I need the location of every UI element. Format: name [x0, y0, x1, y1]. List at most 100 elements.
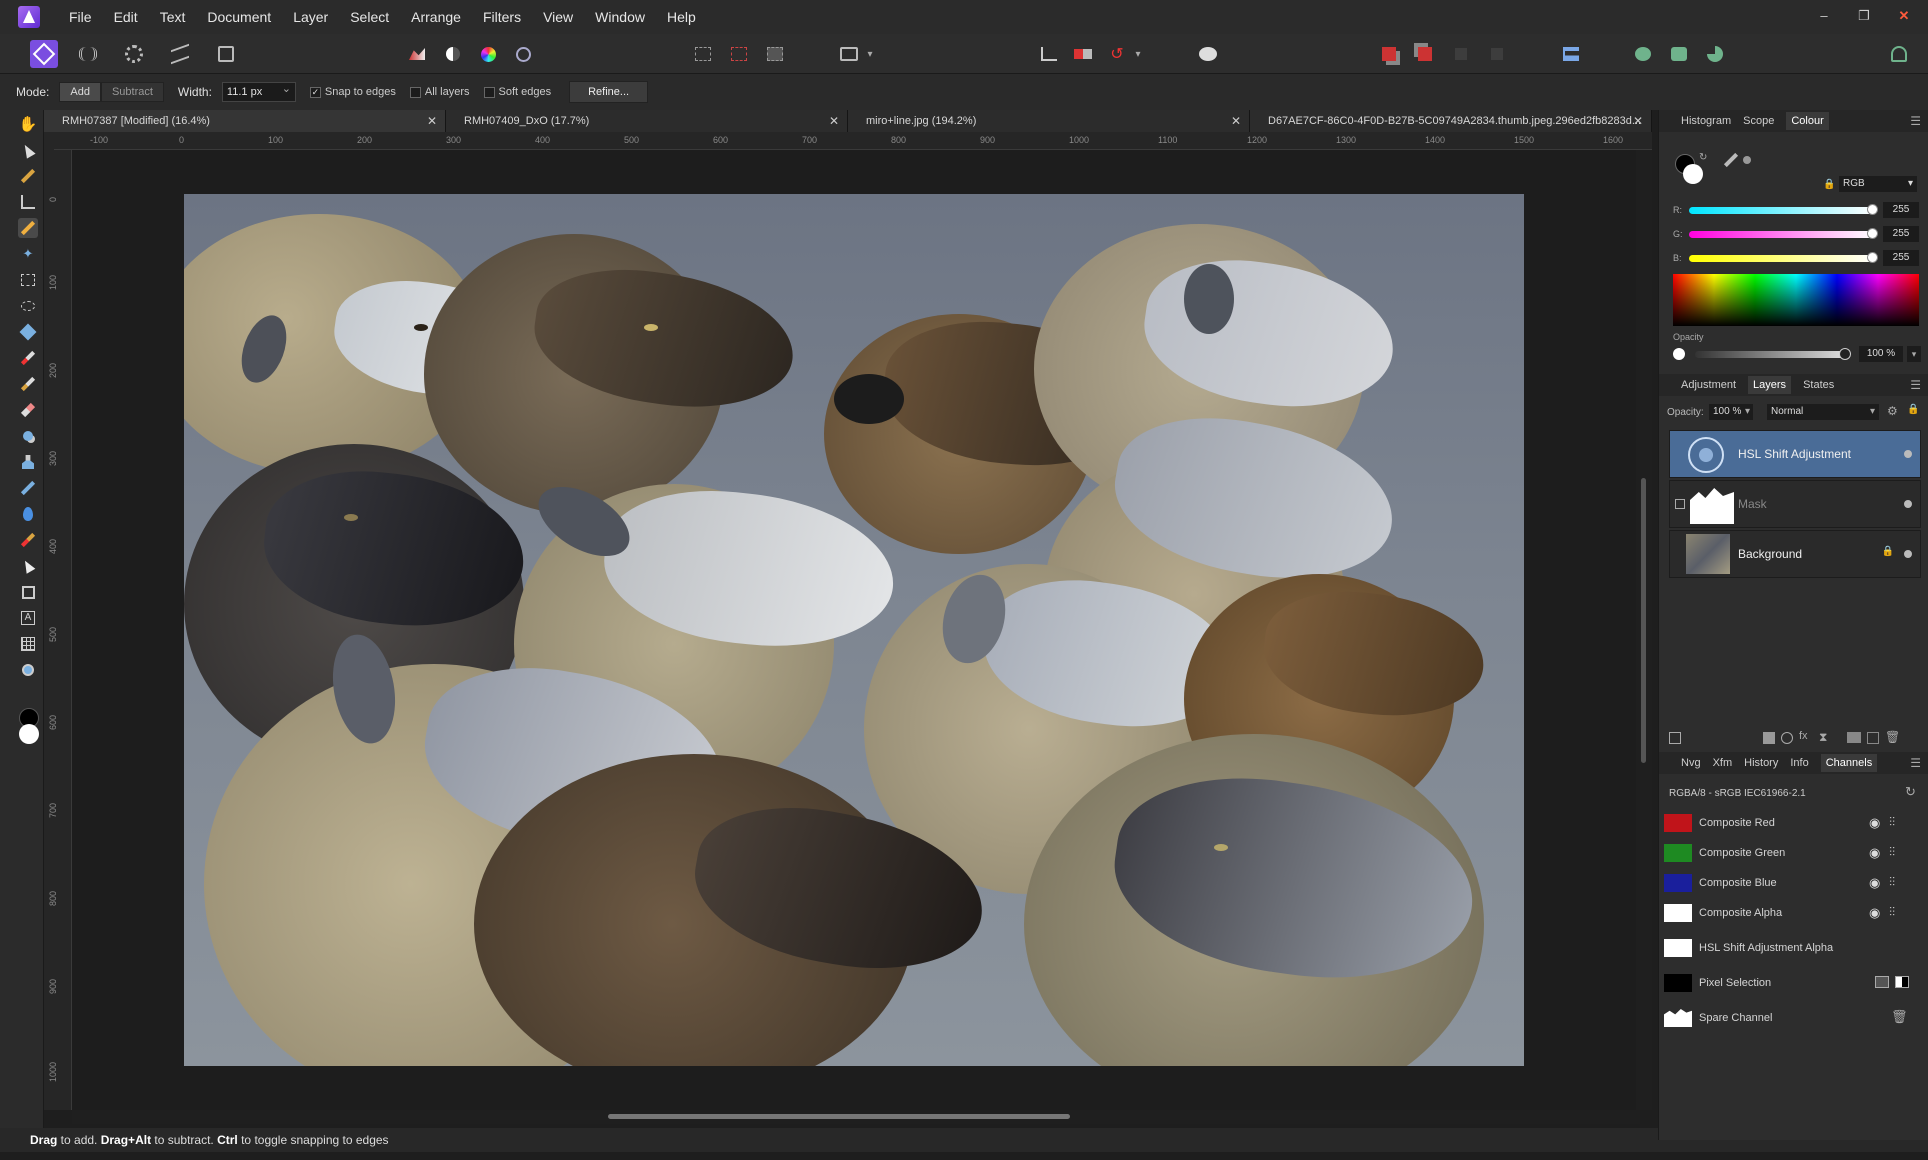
invert-selection-icon[interactable] — [1895, 976, 1909, 988]
text-tool-icon[interactable]: A — [18, 608, 38, 628]
green-value[interactable]: 255 — [1883, 226, 1919, 242]
auto-colour-icon[interactable] — [475, 42, 501, 66]
dodge-tool-icon[interactable] — [18, 426, 38, 446]
document-tab[interactable]: D67AE7CF-86C0-4F0D-B27B-5C09749A2834.thu… — [1250, 110, 1652, 132]
swap-colors-icon[interactable]: ↻ — [1699, 152, 1707, 163]
trash-icon[interactable]: 🗑 — [1885, 730, 1900, 744]
document-tab[interactable]: RMH07409_DxO (17.7%) ✕ — [446, 110, 848, 132]
menu-file[interactable]: File — [58, 9, 103, 25]
tab-colour[interactable]: Colour — [1786, 112, 1829, 130]
width-field[interactable]: 11.1 px — [221, 80, 296, 102]
vertical-scrollbar[interactable] — [1636, 150, 1652, 1110]
tab-history[interactable]: History — [1744, 757, 1778, 769]
mode-subtract-button[interactable]: Subtract — [100, 82, 164, 102]
deselect-icon[interactable] — [726, 42, 752, 66]
grid-tool-icon[interactable] — [18, 634, 38, 654]
arrange-back-icon[interactable] — [1412, 42, 1438, 66]
photo-persona-icon[interactable] — [30, 40, 58, 68]
channel-row[interactable]: Composite Red ◉ ⫶⫶ — [1659, 808, 1928, 838]
live-filter-icon[interactable]: ⧗ — [1819, 730, 1827, 745]
selection-to-mask-icon[interactable] — [1875, 976, 1889, 988]
all-layers-checkbox[interactable]: All layers — [409, 86, 470, 98]
opacity-track[interactable] — [1695, 351, 1845, 358]
eyedropper-icon[interactable] — [1723, 152, 1739, 168]
paint-brush-tool-icon[interactable] — [18, 348, 38, 368]
lock-icon[interactable]: 🔒 — [1882, 546, 1894, 557]
panel-menu-icon[interactable]: ☰ — [1910, 756, 1921, 770]
erase-brush-tool-icon[interactable] — [18, 400, 38, 420]
close-button[interactable]: ✕ — [1890, 6, 1918, 26]
hand-tool-icon[interactable]: ✋ — [18, 114, 38, 134]
layer-row-hsl-shift[interactable]: HSL Shift Adjustment — [1669, 430, 1921, 478]
blue-slider[interactable]: B: 255 — [1673, 250, 1923, 266]
develop-persona-icon[interactable] — [120, 40, 148, 68]
menu-document[interactable]: Document — [196, 9, 282, 25]
channel-row[interactable]: Composite Alpha ◉ ⫶⫶ — [1659, 898, 1928, 928]
selection-brush-tool-icon[interactable] — [18, 218, 38, 238]
affinity-logo-icon[interactable] — [18, 6, 40, 28]
chevron-down-icon[interactable]: ▾ — [1907, 346, 1921, 362]
canvas-area[interactable] — [72, 150, 1640, 1110]
menu-filters[interactable]: Filters — [472, 9, 532, 25]
blue-value[interactable]: 255 — [1883, 250, 1919, 266]
eye-icon[interactable]: ◉ — [1869, 905, 1880, 921]
menu-layer[interactable]: Layer — [282, 9, 339, 25]
crop-grid-icon[interactable] — [1036, 42, 1062, 66]
fx-icon[interactable]: fx — [1799, 730, 1808, 742]
channel-edit-icon[interactable]: ⫶⫶ — [1889, 845, 1895, 860]
tab-layers[interactable]: Layers — [1748, 376, 1792, 394]
liquify-persona-icon[interactable] — [74, 40, 102, 68]
layer-row-mask[interactable]: Mask — [1669, 480, 1921, 528]
minimize-button[interactable]: – — [1810, 6, 1838, 26]
expand-toggle-icon[interactable] — [1675, 499, 1685, 509]
quick-mask-icon[interactable] — [836, 42, 862, 66]
eye-icon[interactable]: ◉ — [1869, 815, 1880, 831]
smudge-tool-icon[interactable] — [18, 478, 38, 498]
green-track[interactable] — [1689, 231, 1873, 238]
boolean-icon[interactable] — [1666, 42, 1692, 66]
zoom-tool-icon[interactable] — [18, 660, 38, 680]
tab-info[interactable]: Info — [1790, 757, 1808, 769]
chevron-down-icon[interactable]: ▾ — [1130, 42, 1146, 66]
crop-tool-icon[interactable] — [18, 192, 38, 212]
tab-transform[interactable]: Xfm — [1713, 757, 1733, 769]
channel-row[interactable]: HSL Shift Adjustment Alpha — [1659, 933, 1928, 963]
undo-red-icon[interactable]: ↺ — [1104, 42, 1130, 66]
flood-select-tool-icon[interactable]: ✦ — [18, 244, 38, 264]
eye-icon[interactable]: ◉ — [1869, 845, 1880, 861]
color-picker-tool-icon[interactable] — [18, 166, 38, 186]
chevron-down-icon[interactable]: ▾ — [862, 42, 878, 66]
menu-arrange[interactable]: Arrange — [400, 9, 472, 25]
export-persona-icon[interactable] — [212, 40, 240, 68]
restore-button[interactable]: ❐ — [1850, 6, 1878, 26]
stroke-color-swatch[interactable] — [1683, 164, 1703, 184]
arrange-front-icon[interactable] — [1376, 42, 1402, 66]
panel-menu-icon[interactable]: ☰ — [1910, 378, 1921, 392]
clone-tool-icon[interactable] — [18, 452, 38, 472]
snapping-icon[interactable] — [1630, 42, 1656, 66]
channel-row[interactable]: Composite Blue ◉ ⫶⫶ — [1659, 868, 1928, 898]
tab-states[interactable]: States — [1803, 379, 1834, 391]
visibility-dot-icon[interactable] — [1904, 550, 1912, 558]
red-knob[interactable] — [1867, 204, 1878, 215]
layer-row-background[interactable]: Background 🔒 — [1669, 530, 1921, 578]
move-tool-icon[interactable] — [18, 140, 38, 160]
marquee-tool-icon[interactable] — [18, 270, 38, 290]
soft-edges-checkbox[interactable]: Soft edges — [483, 86, 551, 98]
channel-edit-icon[interactable]: ⫶⫶ — [1889, 815, 1895, 830]
document-tab[interactable]: miro+line.jpg (194.2%) ✕ — [848, 110, 1250, 132]
channel-row[interactable]: Composite Green ◉ ⫶⫶ — [1659, 838, 1928, 868]
levels-icon[interactable] — [404, 42, 430, 66]
menu-window[interactable]: Window — [584, 9, 656, 25]
tab-adjustment[interactable]: Adjustment — [1681, 379, 1736, 391]
close-icon[interactable]: ✕ — [1231, 110, 1241, 132]
visibility-dot-icon[interactable] — [1904, 500, 1912, 508]
node-tool-icon[interactable] — [18, 556, 38, 576]
green-knob[interactable] — [1867, 228, 1878, 239]
channel-edit-icon[interactable]: ⫶⫶ — [1889, 875, 1895, 890]
gear-icon[interactable]: ⚙ — [1887, 404, 1898, 418]
tab-channels[interactable]: Channels — [1820, 754, 1878, 772]
layer-opacity-field[interactable]: 100 % ▾ — [1709, 404, 1753, 420]
horizontal-scroll-thumb[interactable] — [608, 1114, 1070, 1119]
visibility-dot-icon[interactable] — [1904, 450, 1912, 458]
